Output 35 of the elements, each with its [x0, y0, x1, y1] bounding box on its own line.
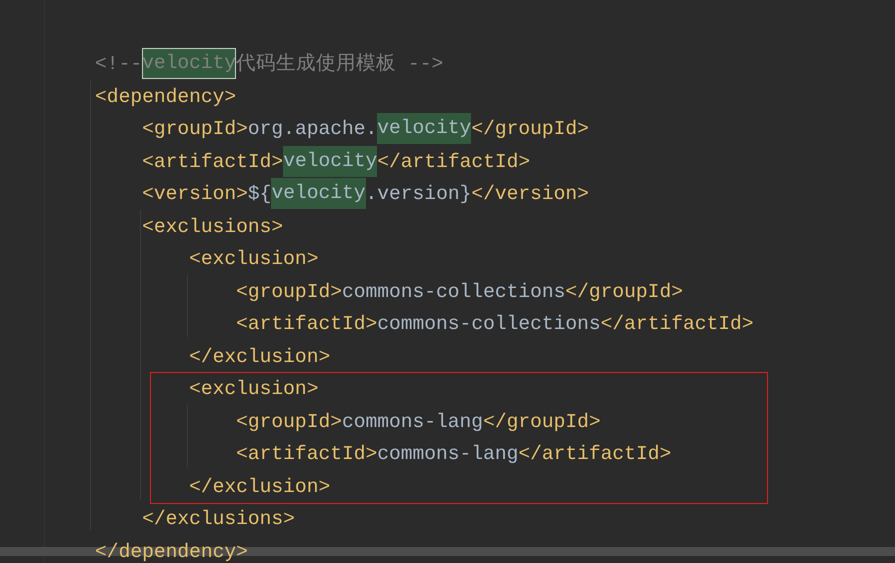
xml-tag: <groupId>	[236, 280, 342, 302]
xml-tag: </artifactId>	[518, 443, 672, 465]
code-comment: <!--	[95, 53, 142, 75]
code-text: commons-lang	[342, 410, 484, 432]
code-text: .version}	[366, 183, 472, 205]
xml-tag: </exclusions>	[142, 508, 295, 530]
search-match: velocity	[271, 178, 366, 209]
xml-tag: </groupId>	[483, 410, 601, 432]
xml-tag: </exclusion>	[189, 476, 330, 498]
xml-tag: <artifactId>	[142, 150, 284, 172]
code-text: commons-collections	[377, 313, 601, 335]
xml-tag: <exclusion>	[189, 248, 318, 270]
search-match: velocity	[377, 113, 472, 144]
xml-tag: </exclusion>	[189, 346, 330, 368]
xml-tag: </artifactId>	[377, 150, 530, 172]
xml-tag: <exclusions>	[142, 216, 284, 238]
xml-tag: </dependency>	[95, 540, 248, 562]
xml-tag: </groupId>	[471, 118, 589, 140]
code-text: commons-collections	[342, 280, 566, 302]
search-match: velocity	[142, 48, 236, 79]
xml-tag: <groupId>	[236, 410, 342, 432]
xml-tag: <exclusion>	[189, 378, 318, 400]
xml-tag: </groupId>	[565, 280, 683, 302]
xml-tag: <artifactId>	[236, 313, 378, 335]
code-comment: 代码生成使用模板 -->	[236, 53, 444, 75]
xml-tag: </artifactId>	[600, 313, 754, 335]
xml-tag: <dependency>	[95, 86, 236, 108]
xml-tag: </version>	[471, 183, 589, 205]
xml-tag: <groupId>	[142, 118, 248, 140]
code-text: ${	[248, 183, 272, 205]
search-match: velocity	[283, 146, 378, 176]
xml-tag: <version>	[142, 183, 248, 205]
code-text: commons-lang	[377, 443, 518, 465]
xml-tag: <artifactId>	[236, 443, 378, 465]
code-text: org.apache.	[248, 118, 378, 140]
